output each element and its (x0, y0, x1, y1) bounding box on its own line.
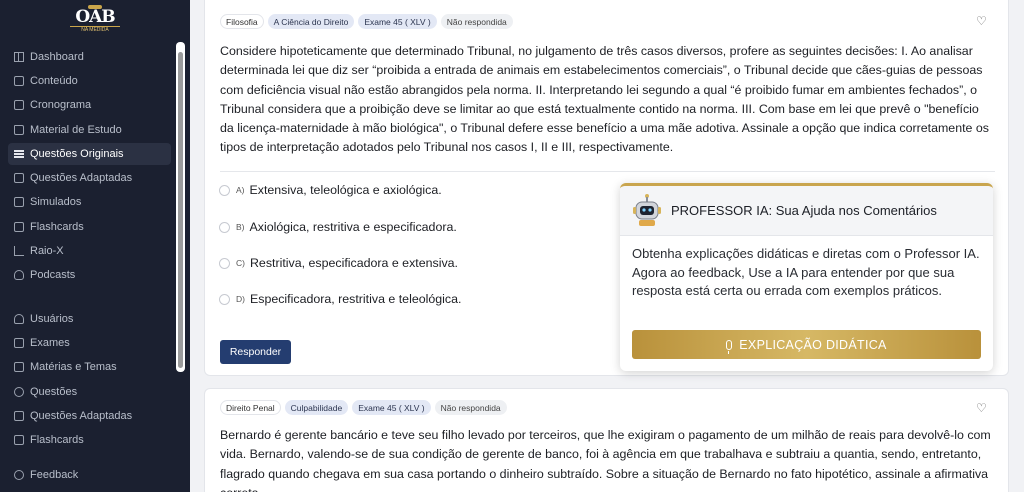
dashboard-icon (14, 52, 24, 62)
sidebar-item-label: Questões Adaptadas (30, 410, 133, 422)
option-letter: D) (236, 294, 245, 304)
option-letter: A) (236, 185, 245, 195)
exam-icon (14, 338, 24, 348)
sidebar-item-usuarios[interactable]: Usuários (8, 308, 171, 330)
sidebar-item-questoes-adaptadas[interactable]: Questões Adaptadas (8, 167, 171, 189)
sidebar-item-admin-flashcards[interactable]: Flashcards (8, 429, 171, 451)
robot-icon (633, 194, 661, 226)
sidebar-scrollbar-thumb[interactable] (178, 52, 183, 368)
explanation-button-label: EXPLICAÇÃO DIDÁTICA (739, 337, 887, 352)
sidebar-item-label: Conteúdo (30, 75, 78, 87)
question-tags: Filosofia A Ciência do Direito Exame 45 … (220, 14, 513, 29)
question-card: Direito Penal Culpabilidade Exame 45 ( X… (204, 388, 1009, 492)
tag-subject[interactable]: Filosofia (220, 14, 264, 29)
document-icon (14, 197, 24, 207)
sidebar-item-label: Questões (30, 386, 78, 398)
sidebar-item-dashboard[interactable]: Dashboard (8, 46, 171, 68)
sidebar-item-feedback[interactable]: Feedback (8, 464, 171, 486)
tag-status: Não respondida (440, 14, 513, 29)
sidebar-item-label: Flashcards (30, 221, 84, 233)
sidebar-item-label: Raio-X (30, 245, 64, 257)
radio-button[interactable] (219, 221, 230, 233)
sidebar-item-label: Feedback (30, 469, 79, 481)
favorite-heart-icon[interactable]: ♡ (976, 402, 988, 414)
sidebar-item-flashcards[interactable]: Flashcards (8, 216, 171, 238)
cards-icon (14, 435, 24, 445)
sidebar-item-cronograma[interactable]: Cronograma (8, 94, 171, 116)
option-text: Extensiva, teleológica e axiológica. (249, 183, 442, 197)
sidebar-item-label: Podcasts (30, 269, 76, 281)
sidebar-item-label: Flashcards (30, 434, 84, 446)
questions-icon (14, 387, 24, 397)
radio-button[interactable] (219, 293, 230, 305)
content-icon (14, 76, 24, 86)
logo-text: OAB (75, 7, 115, 27)
sidebar-item-label: Usuários (30, 313, 74, 325)
logo-subtext: NA MEDIDA (70, 26, 120, 33)
popup-description: Obtenha explicações didáticas e diretas … (632, 246, 980, 298)
option-text: Especificadora, restritiva e teleológica… (249, 292, 462, 306)
mic-icon (14, 270, 24, 280)
sidebar-item-exames[interactable]: Exames (8, 332, 171, 354)
option-letter: B) (236, 222, 245, 232)
professor-ia-popup: PROFESSOR IA: Sua Ajuda nos Comentários … (620, 183, 993, 371)
tag-status: Não respondida (434, 400, 507, 415)
chart-icon (14, 246, 24, 256)
option-text: Restritiva, especificadora e extensiva. (249, 256, 458, 270)
option-a[interactable]: A) Extensiva, teleológica e axiológica. (219, 183, 442, 197)
sidebar-item-material[interactable]: Material de Estudo (8, 119, 171, 141)
option-d[interactable]: D) Especificadora, restritiva e teleológi… (219, 292, 461, 306)
sidebar-item-questoes[interactable]: Questões (8, 381, 171, 403)
question-tags: Direito Penal Culpabilidade Exame 45 ( X… (220, 400, 507, 415)
question-text: Considere hipoteticamente que determinad… (220, 44, 989, 155)
question-text: Bernardo é gerente bancário e teve seu f… (220, 428, 991, 492)
sidebar-item-materias-temas[interactable]: Matérias e Temas (8, 356, 171, 378)
edit-icon (14, 411, 24, 421)
list-icon (14, 150, 24, 158)
option-b[interactable]: B) Axiológica, restritiva e especificador… (219, 220, 457, 234)
answer-button[interactable]: Responder (220, 340, 291, 364)
option-c[interactable]: C) Restritiva, especificadora e extensiva… (219, 256, 458, 270)
microphone-icon (726, 339, 733, 354)
divider (220, 171, 995, 172)
radio-button[interactable] (219, 257, 230, 269)
users-icon (14, 314, 24, 324)
favorite-heart-icon[interactable]: ♡ (976, 15, 988, 27)
edit-icon (14, 173, 24, 183)
sidebar-item-label: Cronograma (30, 99, 92, 111)
sidebar-item-conteudo[interactable]: Conteúdo (8, 70, 171, 92)
graduation-cap-icon (88, 5, 102, 9)
subjects-icon (14, 362, 24, 372)
sidebar-item-label: Dashboard (30, 51, 84, 63)
sidebar-item-label: Questões Adaptadas (30, 172, 133, 184)
sidebar-item-label: Simulados (30, 196, 82, 208)
sidebar-item-label: Exames (30, 337, 70, 349)
tag-exam[interactable]: Exame 45 ( XLV ) (352, 400, 431, 415)
popup-header: PROFESSOR IA: Sua Ajuda nos Comentários (620, 186, 993, 236)
sidebar-item-label: Material de Estudo (30, 124, 122, 136)
sidebar-item-admin-questoes-adaptadas[interactable]: Questões Adaptadas (8, 405, 171, 427)
oab-logo[interactable]: OAB NA MEDIDA (70, 5, 120, 34)
explanation-button[interactable]: EXPLICAÇÃO DIDÁTICA (632, 330, 981, 359)
calendar-icon (14, 100, 24, 110)
cards-icon (14, 222, 24, 232)
tag-topic[interactable]: Culpabilidade (284, 400, 349, 415)
option-letter: C) (236, 258, 245, 268)
sidebar-item-simulados[interactable]: Simulados (8, 191, 171, 213)
tag-exam[interactable]: Exame 45 ( XLV ) (358, 14, 437, 29)
option-text: Axiológica, restritiva e especificadora. (249, 220, 457, 234)
sidebar: OAB NA MEDIDA Dashboard Conteúdo Cronogr… (0, 0, 190, 492)
sidebar-item-label: Questões Originais (30, 148, 124, 160)
folder-icon (14, 125, 24, 135)
sidebar-item-raio-x[interactable]: Raio-X (8, 240, 171, 262)
popup-title: PROFESSOR IA: Sua Ajuda nos Comentários (671, 203, 937, 218)
chat-icon (14, 470, 24, 480)
radio-button[interactable] (219, 184, 230, 196)
sidebar-item-questoes-originais[interactable]: Questões Originais (8, 143, 171, 165)
sidebar-item-podcasts[interactable]: Podcasts (8, 264, 171, 286)
tag-topic[interactable]: A Ciência do Direito (267, 14, 355, 29)
sidebar-item-label: Matérias e Temas (30, 361, 117, 373)
tag-subject[interactable]: Direito Penal (220, 400, 281, 415)
